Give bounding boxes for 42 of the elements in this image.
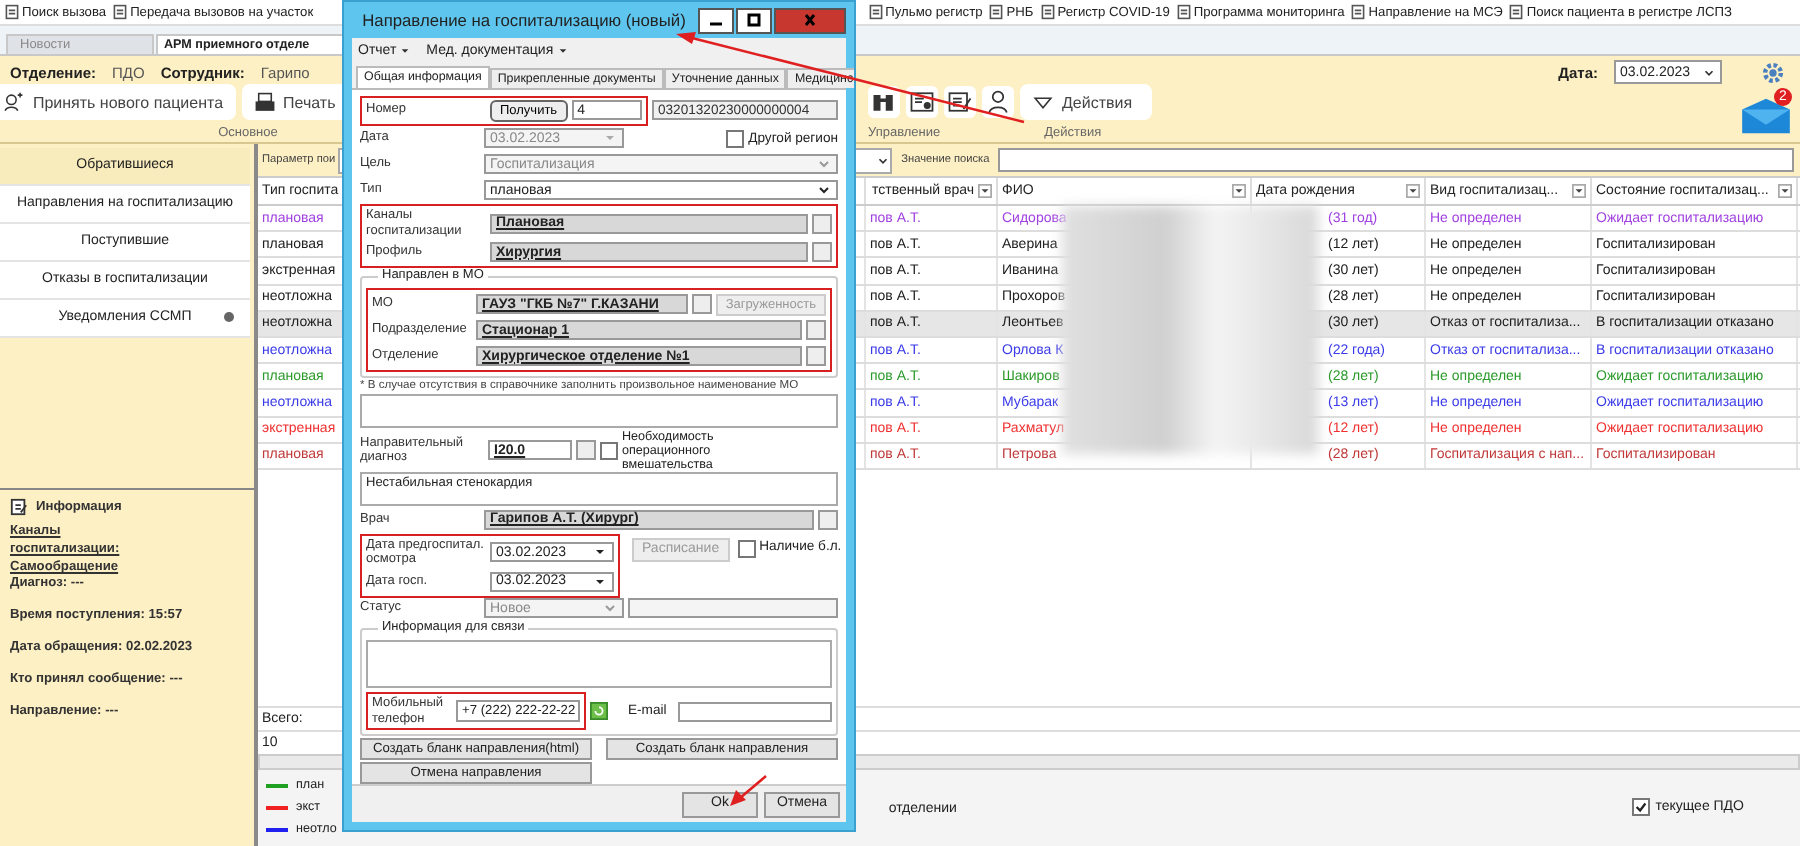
mail-icon[interactable] xyxy=(1740,96,1792,137)
search-field[interactable] xyxy=(997,148,1794,172)
close-button[interactable] xyxy=(774,7,846,33)
checkbox[interactable] xyxy=(1631,798,1650,816)
filter-icon[interactable] xyxy=(1232,184,1246,198)
caret-icon xyxy=(1702,65,1716,80)
close-icon xyxy=(800,12,820,28)
filter-icon[interactable] xyxy=(1406,184,1420,198)
maximize-button[interactable] xyxy=(736,7,772,33)
printer-icon xyxy=(253,91,276,114)
edit-icon[interactable] xyxy=(944,86,976,119)
minimize-button[interactable] xyxy=(698,7,734,33)
checkbox[interactable] xyxy=(726,129,745,148)
binoculars-icon[interactable] xyxy=(868,86,900,119)
people-icon[interactable] xyxy=(982,86,1014,119)
browse-button[interactable] xyxy=(576,440,596,460)
caret-icon xyxy=(875,153,890,167)
note-icon xyxy=(10,498,28,516)
person-add-icon xyxy=(2,91,25,114)
filter-icon[interactable] xyxy=(1572,184,1586,198)
text-area[interactable] xyxy=(360,394,838,429)
actions-button[interactable]: Действия xyxy=(1020,84,1153,121)
browse-button[interactable] xyxy=(691,294,712,315)
annotation-arrow xyxy=(730,775,767,806)
checkbox[interactable] xyxy=(600,441,618,459)
window-title: Направление на госпитализацию (новый) xyxy=(360,10,688,30)
card-icon[interactable] xyxy=(906,86,938,119)
filter-icon[interactable] xyxy=(1778,184,1792,198)
browse-button[interactable] xyxy=(806,346,826,367)
text-area[interactable] xyxy=(366,640,832,689)
new-patient-button[interactable]: Принять нового пациента xyxy=(0,84,236,121)
check-icon xyxy=(1633,800,1648,814)
checkbox[interactable] xyxy=(737,539,756,558)
browse-button[interactable] xyxy=(806,320,826,341)
maximize-icon xyxy=(744,12,764,28)
refresh-icon[interactable] xyxy=(590,702,608,721)
email-field[interactable] xyxy=(678,701,832,722)
filter-icon[interactable] xyxy=(978,184,992,198)
browse-button[interactable] xyxy=(812,242,832,263)
browse-button[interactable] xyxy=(812,213,832,234)
browse-button[interactable] xyxy=(818,509,838,530)
settings-icon[interactable] xyxy=(1762,61,1784,84)
